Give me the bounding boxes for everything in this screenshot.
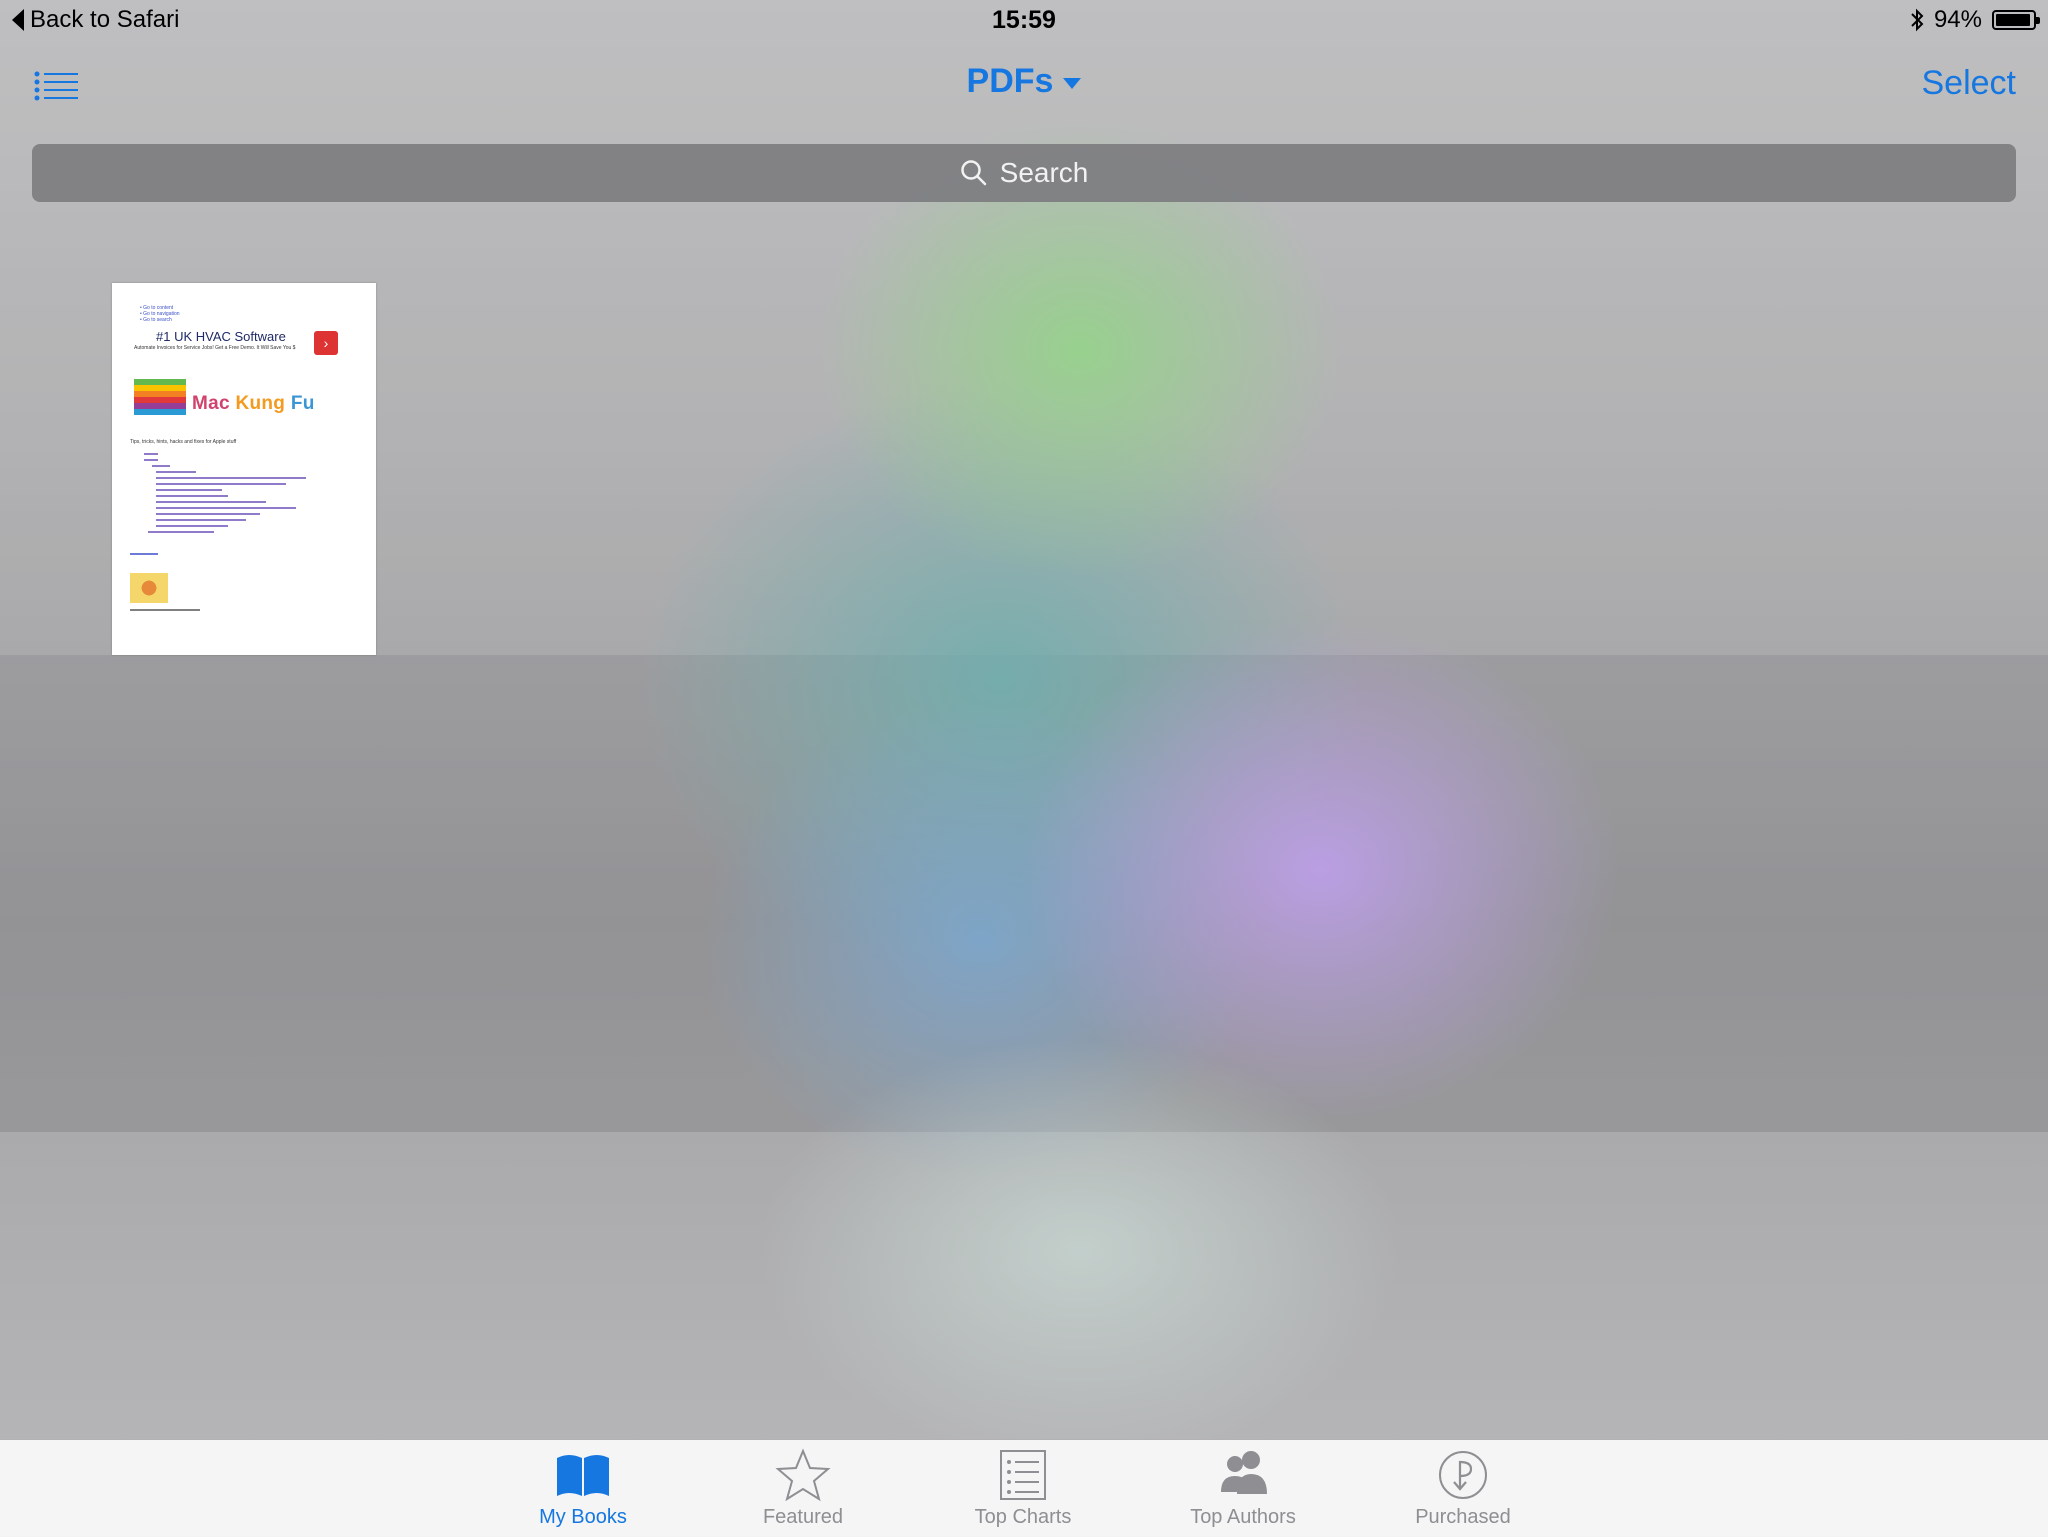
ad-title: #1 UK HVAC Software (156, 329, 286, 344)
ad-subtitle: Automate Invoices for Service Jobs! Get … (134, 345, 296, 351)
search-icon (960, 160, 986, 186)
chevron-down-icon (1063, 77, 1082, 89)
page-skip-links: • Go to content • Go to navigation • Go to… (140, 305, 180, 323)
battery-icon (1992, 10, 2040, 30)
tab-purchased[interactable]: Purchased (1393, 1448, 1533, 1532)
tab-bar: My Books Featured Top Charts Top Authors (0, 1439, 2048, 1537)
ad-arrow-icon: › (314, 331, 338, 355)
star-icon (775, 1448, 831, 1502)
tab-top-charts[interactable]: Top Charts (953, 1448, 1093, 1532)
list-icon (1000, 1450, 1046, 1500)
tab-label: Top Charts (974, 1506, 1072, 1528)
tab-featured[interactable]: Featured (733, 1448, 873, 1532)
blurred-background (0, 0, 2048, 1536)
select-button[interactable]: Select (1922, 64, 2017, 103)
tab-label: Top Authors (1190, 1506, 1296, 1528)
author-avatar-icon (130, 573, 168, 603)
collection-title-dropdown[interactable]: PDFs (0, 62, 2048, 101)
tab-top-authors[interactable]: Top Authors (1173, 1448, 1313, 1532)
search-field[interactable]: Search (32, 144, 2016, 202)
tab-label: Purchased (1415, 1506, 1511, 1528)
search-placeholder: Search (999, 157, 1089, 188)
site-tagline: Tips, tricks, hints, hacks and fixes for… (130, 439, 237, 445)
status-bar: Back to Safari 15:59 94% (0, 0, 2048, 40)
tab-label: My Books (539, 1506, 627, 1528)
purchased-icon (1439, 1451, 1487, 1499)
pdf-book-thumbnail[interactable]: • Go to content • Go to navigation • Go to… (112, 283, 376, 655)
status-right: 94% (1910, 6, 2040, 34)
book-icon (557, 1455, 609, 1496)
navigation-bar: PDFs Select (0, 50, 2048, 120)
mac-kung-fu-logo-icon (134, 379, 186, 415)
authors-icon (1221, 1451, 1267, 1494)
clock: 15:59 (992, 6, 1056, 34)
tab-label: Featured (762, 1506, 844, 1528)
bluetooth-icon (1911, 8, 1924, 32)
tab-my-books[interactable]: My Books (513, 1448, 653, 1532)
battery-percent: 94% (1933, 6, 1982, 33)
collection-title: PDFs (966, 62, 1054, 100)
site-logo-text: Mac Kung Fu (192, 393, 315, 414)
